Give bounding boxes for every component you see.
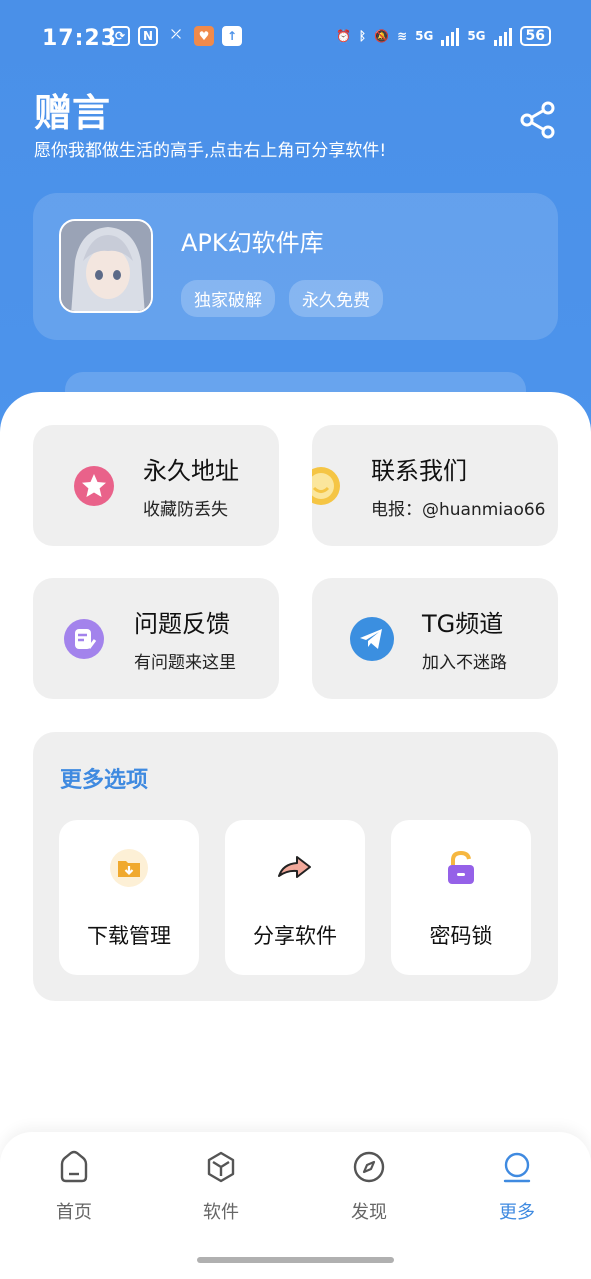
download-manager-button[interactable]: 下载管理 — [59, 820, 199, 975]
upload-app-icon: ↑ — [222, 26, 242, 46]
tile-tg-channel[interactable]: TG频道 加入不迷路 — [312, 578, 558, 699]
tab-home[interactable]: 首页 — [24, 1150, 124, 1224]
tab-software[interactable]: 软件 — [171, 1150, 271, 1224]
option-label: 分享软件 — [253, 924, 337, 948]
battery-indicator: 56 — [519, 26, 551, 46]
tab-label: 软件 — [203, 1202, 239, 1223]
lock-icon — [448, 850, 474, 884]
tile-title: TG频道 — [422, 610, 504, 638]
status-system-icons: ⏰ ᛒ 🔕 ≋ 5G 5G 56 — [336, 26, 551, 46]
home-indicator[interactable] — [197, 1257, 394, 1263]
box-icon — [207, 1151, 235, 1183]
tile-subtitle: 有问题来这里 — [134, 653, 236, 673]
tab-label: 首页 — [56, 1202, 92, 1223]
tile-title: 永久地址 — [143, 457, 239, 485]
password-lock-button[interactable]: 密码锁 — [391, 820, 531, 975]
status-notification-icons: ⟳ N ⤫ ♥ ↑ — [110, 26, 242, 46]
status-bar: 17:23 ⟳ N ⤫ ♥ ↑ ⏰ ᛒ 🔕 ≋ 5G 5G 56 — [0, 18, 591, 58]
network-type-2: 5G — [467, 29, 486, 43]
tile-permanent-address[interactable]: 永久地址 收藏防丢失 — [33, 425, 279, 546]
tag: 独家破解 — [181, 280, 275, 317]
compass-icon — [353, 1151, 385, 1183]
home-icon — [60, 1150, 88, 1183]
mute-icon: 🔕 — [374, 29, 390, 43]
avatar — [59, 219, 153, 313]
tile-subtitle: 收藏防丢失 — [143, 500, 228, 520]
nfc-icon: N — [138, 26, 158, 46]
signal-icon — [441, 26, 460, 46]
tab-discover[interactable]: 发现 — [319, 1150, 419, 1224]
tab-label: 更多 — [499, 1202, 535, 1223]
signal-icon-2 — [493, 26, 512, 46]
alarm-icon: ⏰ — [335, 29, 351, 43]
tab-label: 发现 — [351, 1202, 387, 1223]
smile-icon — [312, 467, 340, 505]
download-folder-icon — [110, 849, 148, 887]
more-options-panel: 更多选项 下载管理 分享软件 密码锁 — [33, 732, 558, 1001]
option-label: 下载管理 — [87, 924, 171, 948]
tag-list: 独家破解 永久免费 — [181, 280, 383, 317]
more-icon — [503, 1152, 531, 1183]
tile-title: 联系我们 — [371, 457, 467, 485]
tag: 永久免费 — [289, 280, 383, 317]
page-title: 赠言 — [34, 91, 111, 135]
tab-more[interactable]: 更多 — [467, 1150, 567, 1224]
share-icon[interactable] — [518, 100, 558, 140]
app-name: APK幻软件库 — [181, 229, 324, 257]
bluetooth-icon: ᛒ — [358, 29, 367, 43]
share-app-button[interactable]: 分享软件 — [225, 820, 365, 975]
profile-card[interactable]: APK幻软件库 独家破解 永久免费 — [33, 193, 558, 340]
tile-contact-us[interactable]: 联系我们 电报：@huanmiao66 — [312, 425, 558, 546]
feedback-icon — [64, 619, 104, 659]
app-notification-icon: ⟳ — [110, 26, 130, 46]
star-icon — [74, 466, 114, 506]
tile-title: 问题反馈 — [134, 610, 230, 638]
page-subtitle: 愿你我都做生活的高手,点击右上角可分享软件! — [34, 141, 387, 161]
option-label: 密码锁 — [429, 924, 493, 948]
tile-subtitle: 加入不迷路 — [422, 653, 507, 673]
more-options-title: 更多选项 — [60, 768, 149, 793]
tile-subtitle: 电报：@huanmiao66 — [371, 500, 546, 520]
shield-app-icon: ♥ — [194, 26, 214, 46]
share-arrow-icon — [278, 856, 311, 878]
telegram-icon — [350, 617, 394, 661]
tile-feedback[interactable]: 问题反馈 有问题来这里 — [33, 578, 279, 699]
missed-call-icon: ⤫ — [171, 27, 181, 41]
status-time: 17:23 — [42, 25, 118, 51]
wifi-icon: ≋ — [397, 29, 408, 43]
network-type-1: 5G — [415, 29, 434, 43]
